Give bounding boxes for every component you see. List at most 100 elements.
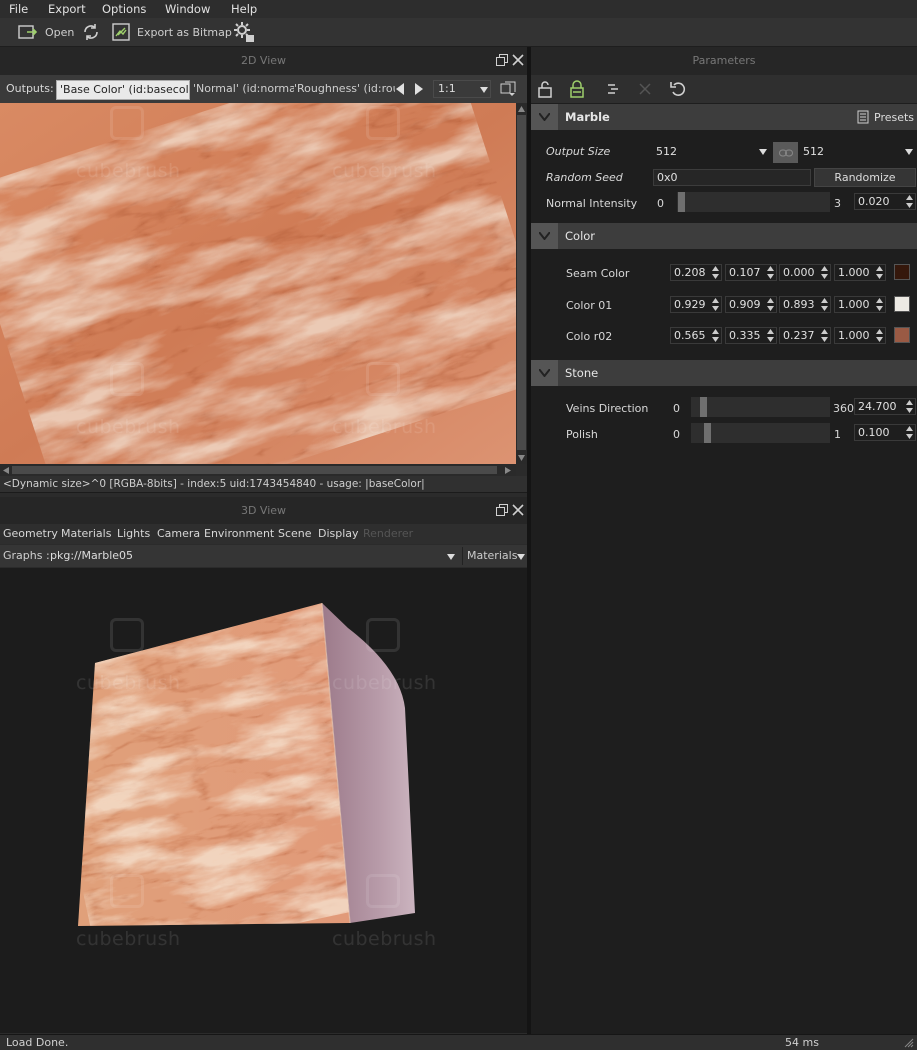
randomize-button[interactable]: Randomize bbox=[814, 168, 916, 187]
normal-intensity-input[interactable]: 0.020 bbox=[854, 193, 916, 210]
color-channel-a-input[interactable]: 1.000 bbox=[834, 264, 886, 281]
horizontal-scroll-thumb[interactable] bbox=[12, 466, 497, 474]
scroll-right-icon[interactable] bbox=[505, 467, 511, 474]
section-stone[interactable]: Stone bbox=[531, 360, 917, 386]
refresh-icon[interactable] bbox=[80, 21, 102, 43]
veins-direction-input[interactable]: 24.700 bbox=[854, 398, 916, 415]
color-channel-r-input[interactable]: 0.565 bbox=[670, 327, 722, 344]
output-size-width-select[interactable]: 512 bbox=[653, 144, 770, 161]
horizontal-scrollbar[interactable] bbox=[0, 464, 516, 476]
menu-lights[interactable]: Lights bbox=[117, 527, 150, 540]
unlock-icon[interactable] bbox=[537, 80, 553, 98]
color-channel-b-input[interactable]: 0.893 bbox=[779, 296, 831, 313]
scroll-left-icon[interactable] bbox=[3, 467, 9, 474]
lock-icon[interactable] bbox=[569, 80, 585, 98]
materials-select[interactable]: Materials bbox=[462, 547, 527, 565]
veins-direction-slider[interactable] bbox=[691, 397, 830, 417]
resize-grip-icon[interactable] bbox=[904, 1038, 914, 1048]
color-channel-g-input[interactable]: 0.107 bbox=[725, 264, 777, 281]
menu-materials[interactable]: Materials bbox=[61, 527, 111, 540]
spinner-icon[interactable] bbox=[767, 329, 774, 342]
normal-intensity-handle[interactable] bbox=[678, 192, 685, 212]
menu-renderer[interactable]: Renderer bbox=[363, 527, 413, 540]
basecolor-preview-image[interactable] bbox=[0, 103, 516, 464]
output-tab-basecolor[interactable]: 'Base Color' (id:basecolor) bbox=[56, 80, 190, 100]
spinner-icon[interactable] bbox=[821, 329, 828, 342]
polish-input[interactable]: 0.100 bbox=[854, 424, 916, 441]
color-channel-r-input[interactable]: 0.208 bbox=[670, 264, 722, 281]
spinner-icon[interactable] bbox=[876, 266, 883, 279]
float-window-icon[interactable] bbox=[495, 53, 509, 67]
export-bitmap-button[interactable]: Export as Bitmap bbox=[137, 26, 232, 39]
float-window-icon[interactable] bbox=[495, 503, 509, 517]
color-channel-g-input[interactable]: 0.909 bbox=[725, 296, 777, 313]
open-button[interactable]: Open bbox=[45, 26, 74, 39]
reset-icon[interactable] bbox=[669, 80, 687, 98]
link-size-toggle[interactable] bbox=[773, 142, 798, 163]
spinner-icon[interactable] bbox=[906, 400, 913, 413]
menu-geometry[interactable]: Geometry bbox=[3, 527, 58, 540]
collapse-chevron[interactable] bbox=[531, 104, 558, 130]
menu-environment[interactable]: Environment bbox=[204, 527, 274, 540]
close-icon[interactable] bbox=[511, 503, 525, 517]
scroll-down-icon[interactable] bbox=[518, 455, 525, 461]
presets-button[interactable]: Presets bbox=[874, 111, 914, 124]
spinner-icon[interactable] bbox=[876, 298, 883, 311]
polish-handle[interactable] bbox=[704, 423, 711, 443]
collapse-chevron[interactable] bbox=[531, 360, 558, 386]
menu-camera[interactable]: Camera bbox=[157, 527, 200, 540]
menu-options[interactable]: Options bbox=[102, 2, 146, 16]
spinner-icon[interactable] bbox=[712, 266, 719, 279]
output-size-height-select[interactable]: 512 bbox=[800, 144, 916, 161]
menu-display[interactable]: Display bbox=[318, 527, 359, 540]
settings-gear-icon[interactable] bbox=[232, 20, 256, 44]
normal-intensity-slider[interactable] bbox=[677, 192, 830, 212]
spinner-icon[interactable] bbox=[906, 195, 913, 208]
section-color[interactable]: Color bbox=[531, 223, 917, 249]
graph-select[interactable]: pkg://Marble05 bbox=[47, 547, 459, 565]
output-tab-roughness[interactable]: 'Roughness' (id:rou bbox=[291, 80, 395, 98]
3d-viewport[interactable] bbox=[0, 568, 527, 1033]
scroll-up-icon[interactable] bbox=[518, 106, 525, 112]
vertical-scroll-thumb[interactable] bbox=[517, 115, 526, 450]
menu-file[interactable]: File bbox=[9, 2, 28, 16]
spinner-icon[interactable] bbox=[767, 298, 774, 311]
close-icon[interactable] bbox=[511, 53, 525, 67]
prev-arrow-icon[interactable] bbox=[395, 83, 405, 95]
spinner-icon[interactable] bbox=[906, 426, 913, 439]
menu-scene[interactable]: Scene bbox=[278, 527, 312, 540]
random-seed-input[interactable]: 0x0 bbox=[653, 169, 811, 186]
menu-export[interactable]: Export bbox=[48, 2, 86, 16]
polish-slider[interactable] bbox=[691, 423, 830, 443]
export-bitmap-icon[interactable] bbox=[110, 21, 132, 43]
color-channel-b-input[interactable]: 0.237 bbox=[779, 327, 831, 344]
color-swatch[interactable] bbox=[894, 327, 910, 343]
spinner-icon[interactable] bbox=[767, 266, 774, 279]
open-icon[interactable] bbox=[17, 21, 39, 43]
color-swatch[interactable] bbox=[894, 264, 910, 280]
color-channel-g-input[interactable]: 0.335 bbox=[725, 327, 777, 344]
spinner-icon[interactable] bbox=[712, 298, 719, 311]
spinner-icon[interactable] bbox=[712, 329, 719, 342]
color-channel-a-input[interactable]: 1.000 bbox=[834, 296, 886, 313]
spinner-icon[interactable] bbox=[876, 329, 883, 342]
spinner-icon[interactable] bbox=[821, 298, 828, 311]
menu-help[interactable]: Help bbox=[231, 2, 257, 16]
color-swatch[interactable] bbox=[894, 296, 910, 312]
output-tab-normal[interactable]: 'Normal' (id:normal) bbox=[190, 80, 294, 98]
spinner-icon[interactable] bbox=[821, 266, 828, 279]
color-channel-r-input[interactable]: 0.929 bbox=[670, 296, 722, 313]
collapse-chevron[interactable] bbox=[531, 223, 558, 249]
veins-direction-handle[interactable] bbox=[700, 397, 707, 417]
zoom-select[interactable]: 1:1 bbox=[433, 80, 491, 98]
delete-icon[interactable] bbox=[638, 82, 652, 96]
vertical-scrollbar[interactable] bbox=[516, 103, 527, 464]
next-arrow-icon[interactable] bbox=[414, 83, 424, 95]
color-channel-a-input[interactable]: 1.000 bbox=[834, 327, 886, 344]
view-options-icon[interactable] bbox=[500, 81, 516, 97]
menu-window[interactable]: Window bbox=[165, 2, 210, 16]
link-icon[interactable] bbox=[605, 81, 621, 97]
section-marble[interactable]: Marble Presets bbox=[531, 104, 917, 130]
color-channel-b-input[interactable]: 0.000 bbox=[779, 264, 831, 281]
presets-icon[interactable] bbox=[857, 110, 869, 124]
